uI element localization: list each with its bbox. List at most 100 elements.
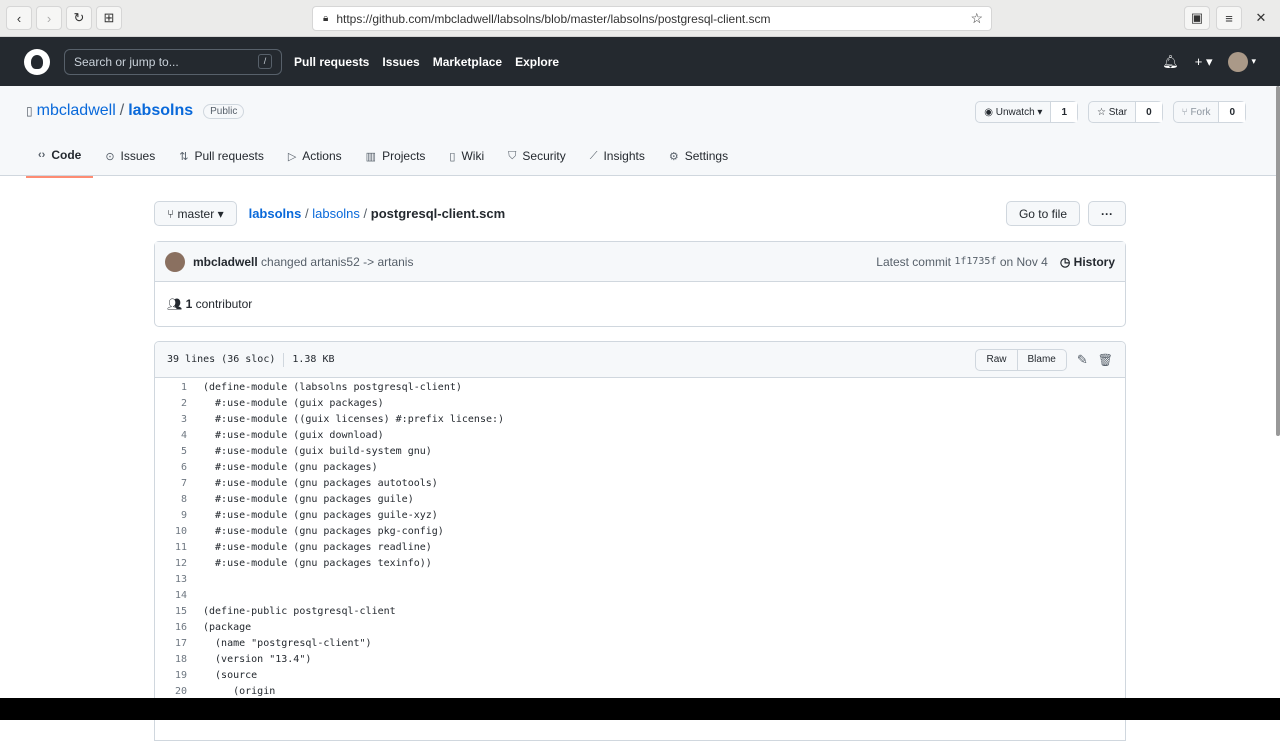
delete-trash-icon[interactable]: 🗑︎	[1098, 353, 1113, 367]
scrollbar[interactable]	[1276, 86, 1280, 436]
file-viewer: 39 lines (36 sloc) 1.38 KB Raw Blame ✎ 🗑︎…	[154, 341, 1126, 741]
code-line: 12 #:use-module (gnu packages texinfo))	[155, 555, 1125, 571]
settings-icon: ⚙	[668, 150, 679, 163]
blame-button[interactable]: Blame	[1016, 349, 1066, 370]
lock-icon: 🔒︎	[323, 13, 329, 24]
commit-date: on Nov 4	[999, 254, 1048, 269]
line-number[interactable]: 9	[155, 510, 187, 521]
history-link[interactable]: ◷ History	[1060, 255, 1115, 269]
bell-icon[interactable]: 🔔︎	[1162, 54, 1179, 70]
tab-label: Insights	[603, 149, 645, 163]
line-number[interactable]: 8	[155, 494, 187, 505]
tab-settings[interactable]: ⚙ Settings	[657, 144, 740, 178]
issues-icon: ⊙	[105, 150, 115, 163]
tab-issues[interactable]: ⊙ Issues	[93, 144, 167, 178]
repo-name-link[interactable]: labsolns	[128, 102, 193, 120]
reload-button[interactable]: ↻	[66, 6, 92, 30]
line-number[interactable]: 11	[155, 542, 187, 553]
line-number[interactable]: 13	[155, 574, 187, 585]
branch-select[interactable]: ⑂ master ▾	[154, 201, 237, 226]
author-avatar[interactable]	[165, 251, 185, 272]
latest-commit-label: Latest commit	[876, 254, 951, 269]
fork-count[interactable]: 0	[1218, 102, 1245, 122]
line-text: #:use-module ((guix licenses) #:prefix l…	[203, 413, 505, 425]
back-button[interactable]: ‹	[6, 6, 32, 30]
watch-count[interactable]: 1	[1050, 102, 1077, 122]
code-line: 3 #:use-module ((guix licenses) #:prefix…	[155, 411, 1125, 427]
extensions-button[interactable]: ▣	[1184, 6, 1210, 30]
contributors[interactable]: 👥︎ 1 contributor	[155, 282, 1125, 326]
line-number[interactable]: 2	[155, 398, 187, 409]
tab-insights[interactable]: ⟋ Insights	[578, 144, 657, 178]
tab-label: Pull requests	[194, 149, 264, 163]
nav-pull-requests[interactable]: Pull requests	[294, 55, 369, 69]
line-text: (package	[203, 621, 252, 633]
line-number[interactable]: 18	[155, 654, 187, 665]
line-number[interactable]: 14	[155, 590, 187, 601]
tab-security[interactable]: ⛉ Security	[496, 144, 578, 178]
commit-message[interactable]: changed artanis52 -> artanis	[261, 255, 413, 269]
line-number[interactable]: 10	[155, 526, 187, 537]
line-text: (origin	[203, 685, 276, 697]
line-number[interactable]: 5	[155, 446, 187, 457]
unwatch-button[interactable]: ◉ Unwatch ▾ 1	[975, 101, 1078, 123]
address-bar[interactable]: 🔒︎ https://github.com/mbcladwell/labsoln…	[312, 6, 992, 31]
edit-pencil-icon[interactable]: ✎	[1077, 352, 1088, 368]
line-number[interactable]: 19	[155, 670, 187, 681]
line-number[interactable]: 15	[155, 606, 187, 617]
tab-actions[interactable]: ▷ Actions	[276, 144, 354, 178]
code-line: 18 (version "13.4")	[155, 651, 1125, 667]
line-text: #:use-module (guix download)	[203, 429, 384, 441]
github-logo-icon[interactable]	[24, 48, 50, 75]
breadcrumb-dir[interactable]: labsolns	[312, 206, 360, 221]
line-number[interactable]: 6	[155, 462, 187, 473]
line-text: #:use-module (guix build-system gnu)	[203, 445, 432, 457]
commit-sha[interactable]: 1f1735f	[954, 256, 996, 267]
nav-explore[interactable]: Explore	[515, 55, 559, 69]
line-number[interactable]: 7	[155, 478, 187, 489]
tab-wiki[interactable]: ▯ Wiki	[437, 144, 496, 178]
code-line: 8 #:use-module (gnu packages guile)	[155, 491, 1125, 507]
new-tab-button[interactable]: ⊞	[96, 6, 122, 30]
go-to-file-button[interactable]: Go to file	[1005, 201, 1080, 226]
more-options-button[interactable]: ···	[1088, 201, 1126, 226]
line-number[interactable]: 12	[155, 558, 187, 569]
projects-icon: ▥	[365, 150, 377, 163]
search-input[interactable]: Search or jump to... /	[64, 48, 282, 75]
line-text: #:use-module (gnu packages)	[203, 461, 378, 473]
tab-projects[interactable]: ▥ Projects	[354, 144, 438, 178]
plus-dropdown-icon[interactable]: + ▾	[1195, 54, 1213, 70]
nav-issues[interactable]: Issues	[382, 55, 419, 69]
commit-author[interactable]: mbcladwell	[193, 255, 258, 269]
nav-marketplace[interactable]: Marketplace	[433, 55, 502, 69]
code-line: 6 #:use-module (gnu packages)	[155, 459, 1125, 475]
star-button[interactable]: ☆ Star 0	[1088, 101, 1163, 123]
line-text: #:use-module (gnu packages autotools)	[203, 477, 438, 489]
menu-button[interactable]: ≡	[1216, 6, 1242, 30]
contributor-label: contributor	[195, 297, 253, 311]
line-number[interactable]: 17	[155, 638, 187, 649]
code-listing: 1 (define-module (labsolns postgresql-cli…	[155, 378, 1125, 699]
url-text: https://github.com/mbcladwell/labsolns/b…	[336, 11, 771, 26]
code-line: 20 (origin	[155, 683, 1125, 699]
line-text: (name "postgresql-client")	[203, 637, 372, 649]
tab-code[interactable]: ‹› Code	[26, 144, 94, 178]
repo-owner-link[interactable]: mbcladwell	[37, 102, 116, 120]
line-number[interactable]: 3	[155, 414, 187, 425]
avatar[interactable]	[1228, 51, 1249, 72]
close-window-button[interactable]: ✕	[1248, 6, 1274, 30]
breadcrumb-root[interactable]: labsolns	[249, 206, 302, 221]
star-count[interactable]: 0	[1135, 102, 1162, 122]
fork-button[interactable]: ⑂ Fork 0	[1172, 101, 1246, 123]
line-number[interactable]: 1	[155, 382, 187, 393]
line-number[interactable]: 4	[155, 430, 187, 441]
line-text: (source	[203, 669, 258, 681]
line-text: #:use-module (gnu packages guile)	[203, 493, 414, 505]
bookmark-star-icon[interactable]: ☆	[970, 10, 983, 27]
tab-pull-requests[interactable]: ⇅ Pull requests	[167, 144, 276, 178]
forward-button[interactable]: ›	[36, 6, 62, 30]
line-number[interactable]: 16	[155, 622, 187, 633]
raw-button[interactable]: Raw	[976, 350, 1016, 370]
line-number[interactable]: 20	[155, 686, 187, 697]
code-line: 2 #:use-module (guix packages)	[155, 395, 1125, 411]
